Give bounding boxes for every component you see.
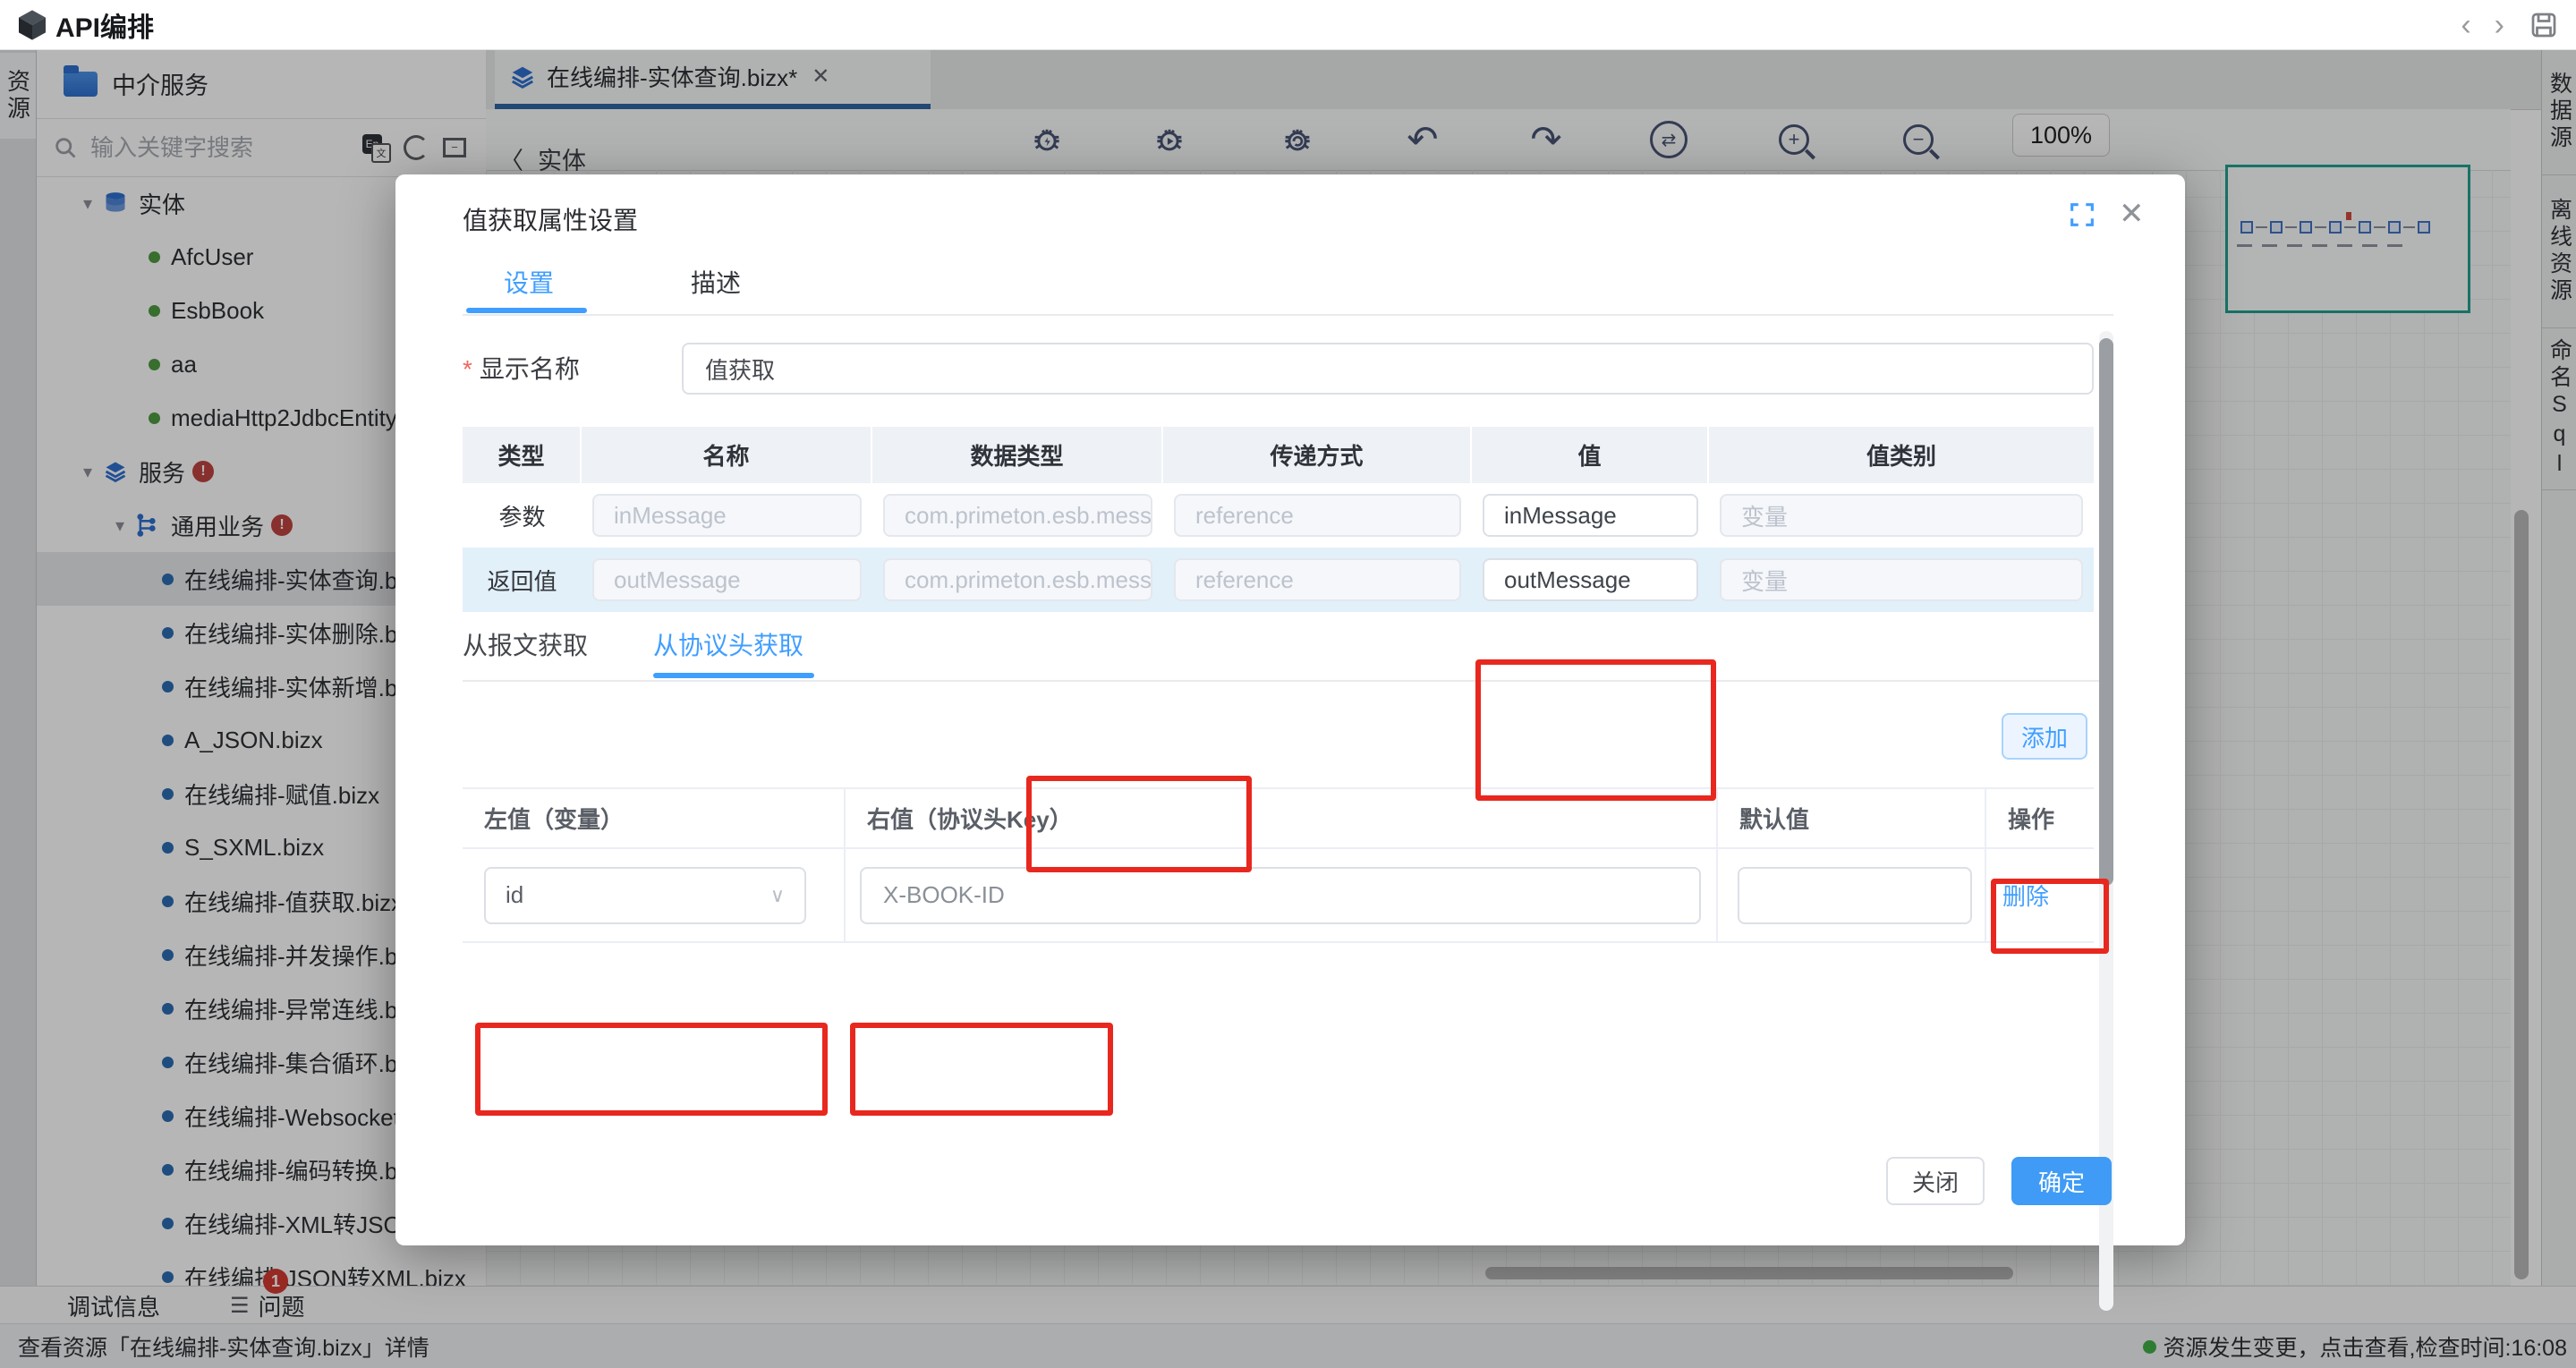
- nav-forward-icon[interactable]: ›: [2495, 10, 2504, 40]
- parameter-row-return: 返回值 outMessage com.primeton.esb.messag r…: [463, 548, 2094, 612]
- app-title: API编排: [55, 5, 154, 45]
- active-tab-underline: [466, 308, 587, 313]
- param-value-field[interactable]: inMessage: [1483, 494, 1698, 537]
- header-mapping-table-header: 左值（变量） 右值（协议头Key） 默认值 操作: [463, 787, 2094, 849]
- subtab-from-body[interactable]: 从报文获取: [463, 626, 588, 662]
- add-button[interactable]: 添加: [2002, 713, 2087, 760]
- param-passmode-field: reference: [1174, 494, 1461, 537]
- display-name-input[interactable]: [682, 343, 2094, 395]
- required-asterisk: *: [463, 355, 472, 383]
- param-name-field: inMessage: [592, 494, 862, 537]
- param-datatype-field: com.primeton.esb.messag: [883, 494, 1152, 537]
- right-value-input[interactable]: [860, 867, 1701, 924]
- nav-back-icon[interactable]: ‹: [2461, 10, 2470, 40]
- param-name-field: outMessage: [592, 558, 862, 601]
- subtab-active-underline: [653, 673, 814, 678]
- display-name-label: *显示名称: [463, 350, 580, 386]
- tab-divider: [463, 314, 2113, 316]
- app-window: API编排 ‹ › 资源 中介服务 En 文: [0, 0, 2576, 1368]
- close-button[interactable]: 关闭: [1886, 1157, 1985, 1205]
- dialog-close-icon[interactable]: ✕: [2119, 196, 2145, 232]
- subtab-divider: [463, 680, 2113, 682]
- subtab-from-protocol-header[interactable]: 从协议头获取: [653, 626, 803, 662]
- property-settings-dialog: 值获取属性设置 ✕ 设置 描述 *显示名称 类型 名称 数据类型 传递方式 值 …: [395, 174, 2185, 1245]
- dialog-tab-settings[interactable]: 设置: [504, 264, 554, 300]
- confirm-button[interactable]: 确定: [2011, 1157, 2112, 1205]
- param-valuetype-field: 变量: [1720, 558, 2083, 601]
- app-logo-cube-icon: [14, 7, 50, 43]
- left-value-select[interactable]: id ∨: [484, 867, 806, 924]
- dialog-scrollbar-thumb[interactable]: [2099, 338, 2113, 886]
- parameters-table-header: 类型 名称 数据类型 传递方式 值 值类别: [463, 427, 2094, 483]
- save-icon[interactable]: [2528, 9, 2560, 41]
- param-valuetype-field: 变量: [1720, 494, 2083, 537]
- dialog-title: 值获取属性设置: [463, 201, 638, 237]
- param-passmode-field: reference: [1174, 558, 1461, 601]
- fullscreen-icon[interactable]: [2067, 200, 2097, 230]
- chevron-down-icon: ∨: [770, 884, 785, 907]
- parameter-row-input: 参数 inMessage com.primeton.esb.messag ref…: [463, 483, 2094, 548]
- header-mapping-table: 左值（变量） 右值（协议头Key） 默认值 操作 id ∨: [463, 787, 2094, 943]
- param-datatype-field: com.primeton.esb.messag: [883, 558, 1152, 601]
- param-value-field[interactable]: outMessage: [1483, 558, 1698, 601]
- dialog-tab-description[interactable]: 描述: [691, 264, 741, 300]
- top-bar: API编排 ‹ ›: [0, 0, 2576, 50]
- header-mapping-row: id ∨ 删除: [463, 849, 2094, 943]
- parameters-table: 类型 名称 数据类型 传递方式 值 值类别 参数 inMessage com.p…: [463, 427, 2094, 612]
- default-value-input[interactable]: [1738, 867, 1972, 924]
- delete-link[interactable]: 删除: [2002, 879, 2049, 912]
